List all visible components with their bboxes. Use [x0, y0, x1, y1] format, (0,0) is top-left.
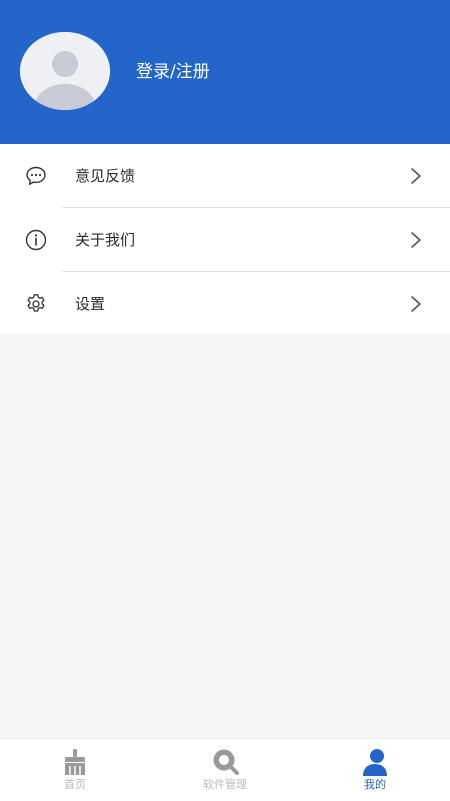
menu-item-settings[interactable]: 设置 [0, 272, 450, 335]
login-register-link[interactable]: 登录/注册 [136, 58, 210, 86]
menu-item-label: 关于我们 [75, 231, 136, 249]
menu-item-label: 意见反馈 [75, 167, 136, 185]
chevron-right-icon [411, 168, 421, 184]
chevron-right-icon [411, 296, 421, 312]
tab-label: 软件管理 [203, 778, 247, 791]
info-icon [25, 229, 47, 251]
settings-menu: 意见反馈 关于我们 设置 [0, 144, 450, 334]
tab-label: 首页 [64, 778, 86, 791]
search-icon [213, 749, 239, 775]
menu-item-about[interactable]: 关于我们 [0, 208, 450, 271]
tab-software-management[interactable]: 软件管理 [150, 739, 300, 801]
bottom-tab-bar: 首页 软件管理 我的 [0, 738, 450, 801]
menu-item-feedback[interactable]: 意见反馈 [0, 144, 450, 207]
user-icon [363, 749, 387, 776]
tab-mine[interactable]: 我的 [300, 739, 450, 801]
gear-icon [27, 294, 45, 312]
chevron-right-icon [411, 232, 421, 248]
chat-bubble-icon [26, 166, 46, 185]
menu-item-label: 设置 [75, 295, 106, 313]
avatar[interactable] [20, 32, 110, 110]
tab-home[interactable]: 首页 [0, 739, 150, 801]
broom-icon [65, 749, 85, 775]
avatar-placeholder-icon [20, 32, 110, 110]
profile-header: 登录/注册 [0, 0, 450, 144]
tab-label: 我的 [364, 778, 386, 791]
